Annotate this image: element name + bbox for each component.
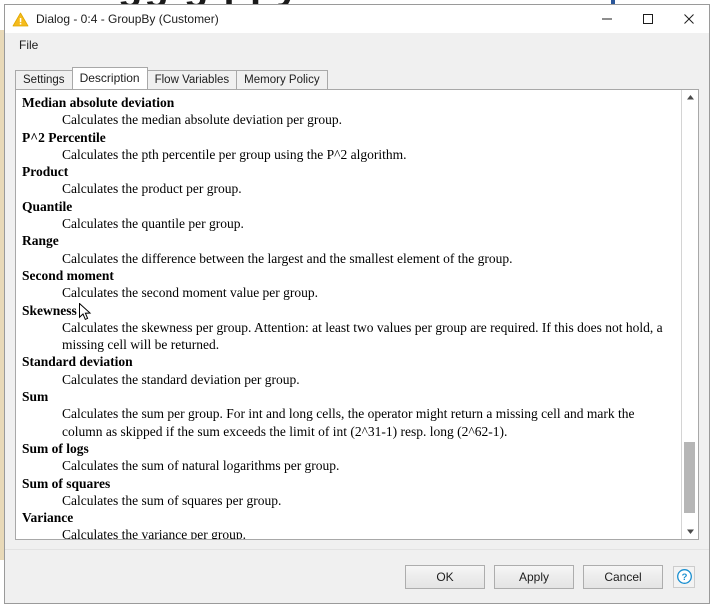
description-definition: Calculates the second moment value per g… (62, 285, 319, 301)
description-definition: Calculates the median absolute deviation… (62, 112, 343, 128)
window-controls (586, 5, 709, 33)
warning-triangle-icon (12, 11, 29, 28)
description-term: Quantile (22, 198, 73, 214)
tab-memory-policy[interactable]: Memory Policy (236, 70, 328, 90)
tab-strip: Settings Description Flow Variables Memo… (15, 67, 709, 90)
description-definition: Calculates the sum per group. For int an… (62, 406, 635, 439)
window-title: Dialog - 0:4 - GroupBy (Customer) (36, 12, 219, 26)
description-document: Median absolute deviation Calculates the … (16, 90, 681, 539)
ok-button[interactable]: OK (405, 564, 485, 589)
description-term: Product (22, 164, 69, 180)
help-question-icon: ? (676, 568, 693, 585)
scroll-down-arrow-icon[interactable] (682, 524, 698, 539)
dialog-button-bar: OK Apply Cancel ? (5, 549, 709, 603)
description-term: Range (22, 233, 59, 249)
vertical-scrollbar[interactable] (681, 90, 698, 539)
description-term: Standard deviation (22, 354, 133, 370)
close-button[interactable] (668, 5, 709, 33)
description-definition: Calculates the difference between the la… (62, 250, 513, 266)
scrollbar-track[interactable] (682, 105, 698, 524)
minimize-button[interactable] (586, 5, 627, 33)
description-term: P^2 Percentile (22, 129, 106, 145)
groupby-dialog-window: Dialog - 0:4 - GroupBy (Customer) File S… (4, 4, 710, 604)
menu-item-file[interactable]: File (13, 36, 44, 54)
scroll-up-arrow-icon[interactable] (682, 90, 698, 105)
description-definition: Calculates the sum of squares per group. (62, 492, 282, 508)
screen: gg g ppy Dialog - 0:4 - GroupBy (Custome… (0, 0, 714, 610)
scrollbar-thumb[interactable] (684, 442, 695, 513)
svg-text:?: ? (681, 572, 687, 583)
tab-settings[interactable]: Settings (15, 70, 73, 90)
description-definition: Calculates the sum of natural logarithms… (62, 458, 340, 474)
tab-flow-variables[interactable]: Flow Variables (146, 70, 238, 90)
description-term: Variance (22, 510, 74, 526)
maximize-button[interactable] (627, 5, 668, 33)
description-definition: Calculates the skewness per group. Atten… (62, 319, 663, 353)
description-definition: Calculates the pth percentile per group … (62, 146, 407, 162)
description-term: Sum of logs (22, 440, 89, 456)
description-term: Median absolute deviation (22, 95, 175, 110)
description-term: Sum of squares (22, 475, 111, 491)
menu-bar: File (5, 33, 709, 57)
description-term: Sum (22, 389, 49, 405)
apply-button[interactable]: Apply (494, 564, 574, 589)
description-definition: Calculates the standard deviation per gr… (62, 371, 300, 387)
help-button[interactable]: ? (673, 565, 695, 588)
description-panel: Median absolute deviation Calculates the … (15, 89, 699, 540)
description-definition: Calculates the quantile per group. (62, 216, 244, 232)
tab-description[interactable]: Description (71, 67, 148, 89)
cancel-button[interactable]: Cancel (583, 564, 663, 589)
title-bar: Dialog - 0:4 - GroupBy (Customer) (5, 5, 709, 33)
description-term: Skewness (22, 302, 77, 318)
description-definition: Calculates the variance per group. (62, 527, 247, 539)
description-term: Second moment (22, 267, 114, 283)
description-definition: Calculates the product per group. (62, 181, 242, 197)
